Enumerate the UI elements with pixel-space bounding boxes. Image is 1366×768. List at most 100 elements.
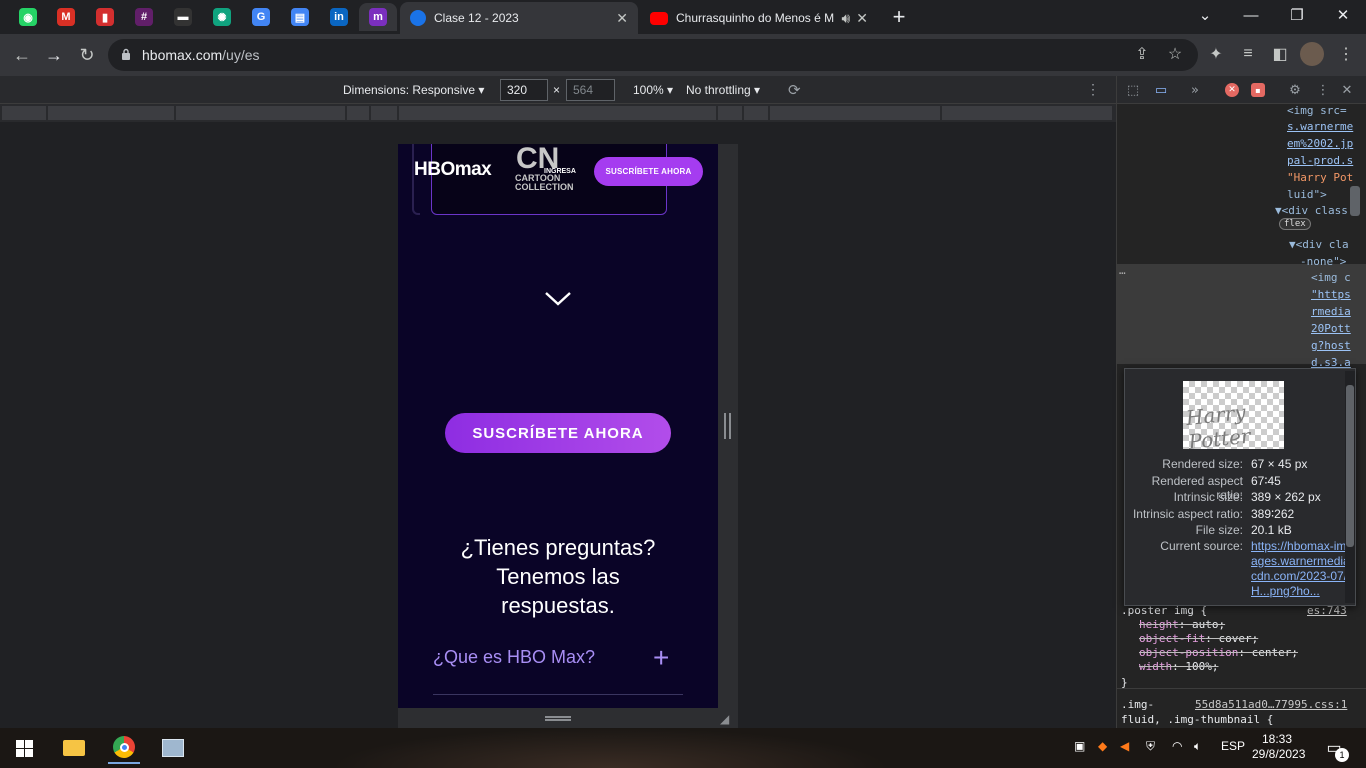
settings-gear-icon[interactable]: ⚙ (1287, 82, 1303, 98)
code-line[interactable]: em%2002.jp (1287, 137, 1353, 150)
tray-app-icon[interactable]: ▣ (1074, 739, 1085, 753)
tooltip-scrollbar[interactable] (1345, 371, 1355, 603)
pinned-tab-app-dark[interactable]: ▬ (164, 3, 202, 31)
media-query-ruler[interactable] (0, 104, 1116, 122)
pinned-tab-whatsapp[interactable]: ◉ (9, 3, 47, 31)
bottom-handle-icon[interactable] (545, 716, 571, 721)
subscribe-header-button[interactable]: SUSCRÍBETE AHORA (594, 157, 703, 186)
code-line[interactable]: "https (1311, 288, 1351, 301)
error-count-icon[interactable]: ✕ (1225, 83, 1239, 97)
more-tabs-icon[interactable]: » (1187, 82, 1203, 98)
restore-button[interactable]: ❐ (1274, 0, 1320, 30)
ellipsis-icon[interactable]: … (1119, 264, 1126, 277)
subscribe-button[interactable]: SUSCRÍBETE AHORA (445, 413, 671, 453)
pinned-tab-linkedin[interactable]: in (320, 3, 358, 31)
pinned-tab-gmail[interactable]: M (47, 3, 85, 31)
tooltip-key: Intrinsic size: (1173, 490, 1243, 504)
tooltip-row: Rendered size: 67 × 45 px (1125, 457, 1355, 471)
tooltip-value: 67 × 45 px (1251, 457, 1308, 471)
zoom-dropdown[interactable]: 100% ▾ (633, 83, 673, 97)
speaker-icon[interactable]: 🔈︎ (1194, 739, 1201, 754)
height-input[interactable]: 564 (566, 79, 615, 101)
share-icon[interactable]: ⇪ (1132, 44, 1152, 64)
tray-brave-icon[interactable]: ◆ (1098, 739, 1107, 753)
address-bar[interactable]: hbomax.com/uy/es ⇪ ☆ (108, 39, 1198, 71)
code-line[interactable]: pal-prod.s (1287, 154, 1353, 167)
source-link[interactable]: https://hbomax-images.warnermediacdn.com… (1251, 539, 1351, 601)
css-property[interactable]: height: auto; (1139, 618, 1225, 631)
profile-avatar[interactable] (1300, 42, 1324, 66)
pinned-tab-slack[interactable]: # (125, 3, 163, 31)
throttle-dropdown[interactable]: No throttling ▾ (686, 83, 760, 97)
faq-question[interactable]: ¿Que es HBO Max? (433, 647, 595, 668)
menu-icon[interactable]: ⋮ (1336, 44, 1356, 64)
code-line[interactable]: rmedia (1311, 305, 1351, 318)
css-property[interactable]: width: 100%; (1139, 660, 1218, 673)
plus-icon[interactable]: + (653, 644, 669, 672)
side-panel-icon[interactable]: ◧ (1270, 44, 1290, 64)
pinned-tab-docs[interactable]: ▤ (281, 3, 319, 31)
hbo-max-logo[interactable]: HBOmax (414, 159, 492, 181)
pinned-tab-app-m[interactable]: m (359, 3, 397, 31)
code-line[interactable]: g?host (1311, 339, 1351, 352)
tab-close-icon[interactable]: ✕ (856, 10, 868, 27)
minimize-button[interactable]: — (1228, 0, 1274, 30)
styles-pane: .poster img { es:743 height: auto; object… (1117, 601, 1366, 689)
bookmark-star-icon[interactable]: ☆ (1165, 44, 1185, 64)
devtools-menu-icon[interactable]: ⋮ (1315, 82, 1331, 98)
rotate-icon[interactable]: ⟳ (788, 81, 801, 99)
tab-close-icon[interactable]: ✕ (616, 10, 628, 27)
devtools-close-icon[interactable]: ✕ (1339, 82, 1355, 98)
device-menu-icon[interactable]: ⋮ (1086, 81, 1100, 98)
extensions-icon[interactable]: ✦ (1206, 44, 1226, 64)
flex-badge[interactable]: flex (1279, 216, 1311, 230)
css-property[interactable]: object-fit: cover; (1139, 632, 1258, 645)
code-line[interactable]: "Harry Pot (1287, 171, 1353, 184)
pinned-tab-chatgpt[interactable]: ✺ (203, 3, 241, 31)
tab-search-icon[interactable]: ⌄ (1182, 0, 1228, 30)
chrome-icon[interactable] (108, 732, 140, 764)
chevron-down-icon[interactable] (544, 289, 572, 309)
elements-scrollbar[interactable] (1350, 186, 1360, 216)
width-input[interactable]: 320 (500, 79, 548, 101)
app-window-icon[interactable] (157, 732, 189, 764)
reload-button[interactable]: ↻ (74, 42, 100, 68)
wifi-icon[interactable]: ◠ (1172, 739, 1182, 753)
tray-volume-warn-icon[interactable]: ◀ (1120, 739, 1129, 753)
clock[interactable]: 18:33 29/8/2023 (1252, 732, 1305, 762)
issues-icon[interactable]: ▪ (1251, 83, 1265, 97)
media-control-icon[interactable]: ≡ (1238, 44, 1258, 64)
ingresa-link[interactable]: INGRESA (544, 168, 576, 175)
pinned-tab-app-red[interactable]: ▮ (86, 3, 124, 31)
code-line[interactable]: <img src= (1287, 104, 1347, 117)
tab-audio-icon[interactable]: 🔊︎ (841, 10, 850, 27)
code-line[interactable]: s.warnerme (1287, 120, 1353, 133)
dimensions-dropdown[interactable]: Dimensions: Responsive ▾ (343, 83, 484, 97)
language-indicator[interactable]: ESP (1221, 739, 1245, 753)
forward-button[interactable]: → (41, 42, 67, 68)
device-resize-bottom[interactable]: ◢ (398, 708, 738, 728)
resize-handle-icon[interactable] (724, 413, 731, 439)
windows-start-icon[interactable] (8, 732, 40, 764)
tab-clase-12[interactable]: Clase 12 - 2023 ✕ (400, 2, 638, 34)
code-line[interactable]: -none"> (1300, 255, 1346, 268)
new-tab-button[interactable]: + (884, 2, 914, 32)
pinned-tab-google[interactable]: G (242, 3, 280, 31)
notification-center-icon[interactable]: ▭ 1 (1318, 732, 1350, 764)
corner-resize-icon[interactable]: ◢ (720, 712, 729, 726)
back-button[interactable]: ← (9, 42, 35, 68)
css-source-link-2[interactable]: 55d8a511ad0…77995.css:1 (1195, 698, 1347, 711)
linkedin-icon: in (330, 8, 348, 26)
code-line[interactable]: luid"> (1287, 188, 1327, 201)
inspect-element-icon[interactable]: ⬚ (1125, 82, 1141, 98)
code-line[interactable]: <img c (1311, 271, 1351, 284)
device-toggle-icon[interactable]: ▭ (1153, 82, 1169, 98)
tab-strip: ◉ M ▮ # ▬ ✺ G ▤ in m Clase 12 - 2023 ✕ Churrasqui… (0, 0, 1366, 34)
close-window-button[interactable]: ✕ (1320, 0, 1366, 30)
code-line[interactable]: ▼<div cla (1289, 238, 1349, 251)
tray-shield-icon[interactable]: ⛨ (1146, 739, 1155, 754)
tab-churrasquinho[interactable]: Churrasquinho do Menos é M 🔊︎ ✕ (640, 2, 878, 34)
file-explorer-icon[interactable] (58, 732, 90, 764)
code-line[interactable]: 20Pott (1311, 322, 1351, 335)
css-property[interactable]: object-position: center; (1139, 646, 1298, 659)
